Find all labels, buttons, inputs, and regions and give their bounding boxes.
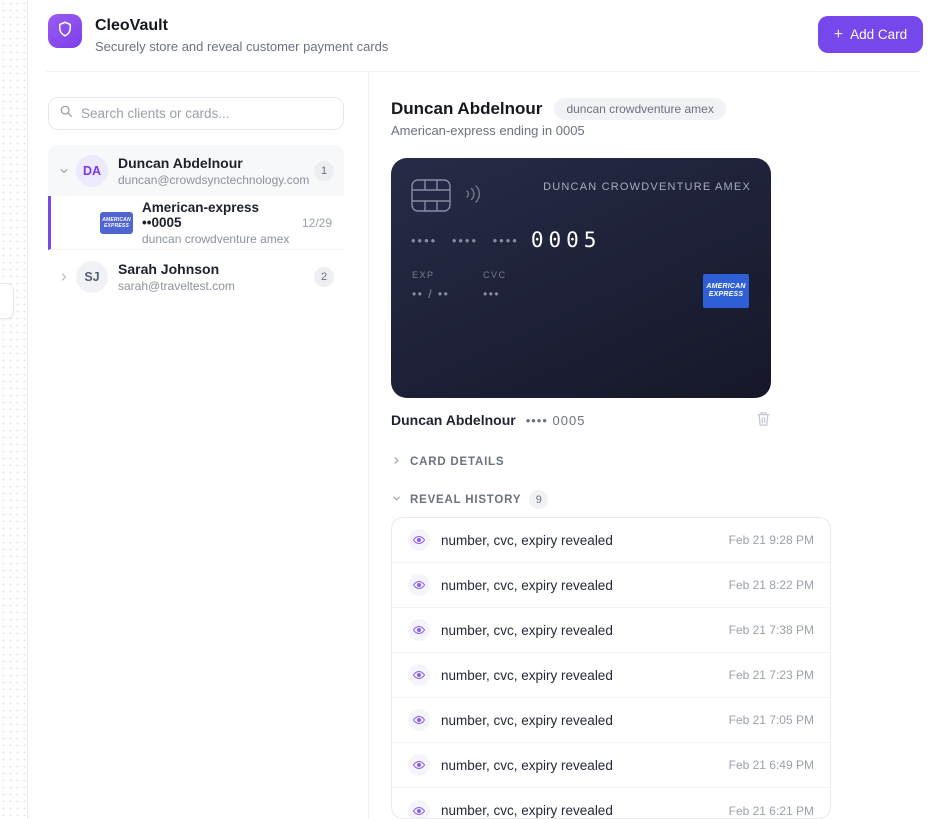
card-details-label: CARD DETAILS bbox=[410, 456, 504, 468]
reveal-history-row: number, cvc, expiry revealed Feb 21 7:38… bbox=[392, 608, 830, 653]
amex-mini-line2: EXPRESS bbox=[104, 223, 129, 229]
reveal-event-time: Feb 21 7:23 PM bbox=[729, 668, 814, 682]
app-logo bbox=[48, 14, 82, 48]
card-nickname-tag: duncan crowdventure amex bbox=[554, 98, 725, 120]
reveal-event-label: number, cvc, expiry revealed bbox=[441, 623, 613, 638]
card-number-masked: •••• •••• •••• bbox=[411, 233, 519, 248]
amex-logo-line2: EXPRESS bbox=[709, 291, 743, 299]
reveal-history-list: number, cvc, expiry revealed Feb 21 9:28… bbox=[391, 517, 831, 819]
add-card-button[interactable]: + Add Card bbox=[818, 16, 923, 53]
reveal-event-time: Feb 21 9:28 PM bbox=[729, 533, 814, 547]
exp-masked-value: •• / •• bbox=[412, 287, 449, 301]
app-title: CleoVault bbox=[95, 17, 168, 35]
card-owner-last4: •••• 0005 bbox=[526, 413, 586, 428]
card-item-expiry: 12/29 bbox=[302, 216, 332, 230]
card-number-last4: 0005 bbox=[531, 228, 602, 252]
search-input[interactable] bbox=[81, 106, 333, 121]
shield-icon bbox=[56, 20, 74, 43]
edge-flyout-tab[interactable] bbox=[0, 283, 14, 319]
eye-icon bbox=[408, 664, 430, 686]
chevron-down-icon[interactable] bbox=[57, 165, 71, 177]
header-divider bbox=[46, 71, 920, 72]
reveal-history-section-toggle[interactable]: REVEAL HISTORY 9 bbox=[391, 490, 548, 509]
card-chip-icon bbox=[411, 179, 451, 217]
reveal-count-badge: 9 bbox=[529, 490, 548, 509]
reveal-event-time: Feb 21 7:38 PM bbox=[729, 623, 814, 637]
client-name: Duncan Abdelnour bbox=[118, 155, 309, 171]
eye-icon bbox=[408, 619, 430, 641]
card-count-badge: 2 bbox=[314, 267, 334, 287]
amex-logo-line1: AMERICAN bbox=[706, 283, 745, 291]
reveal-history-row: number, cvc, expiry revealed Feb 21 7:05… bbox=[392, 698, 830, 743]
left-decorative-strip bbox=[0, 0, 28, 819]
contactless-icon bbox=[463, 185, 483, 208]
reveal-event-time: Feb 21 6:49 PM bbox=[729, 758, 814, 772]
avatar: DA bbox=[76, 155, 108, 187]
reveal-event-label: number, cvc, expiry revealed bbox=[441, 713, 613, 728]
sidebar-client-duncan[interactable]: DA Duncan Abdelnour duncan@crowdsynctech… bbox=[48, 145, 344, 196]
amex-logo-icon: AMERICAN EXPRESS bbox=[100, 212, 133, 234]
search-box[interactable] bbox=[48, 97, 344, 130]
reveal-history-row: number, cvc, expiry revealed Feb 21 7:23… bbox=[392, 653, 830, 698]
detail-client-name: Duncan Abdelnour bbox=[391, 99, 542, 119]
reveal-history-row: number, cvc, expiry revealed Feb 21 6:49… bbox=[392, 743, 830, 788]
delete-card-button[interactable] bbox=[756, 411, 771, 430]
eye-icon bbox=[408, 754, 430, 776]
card-number: •••• •••• •••• 0005 bbox=[411, 228, 601, 252]
exp-label: EXP bbox=[412, 270, 435, 280]
avatar: SJ bbox=[76, 261, 108, 293]
reveal-history-label: REVEAL HISTORY bbox=[410, 494, 521, 506]
add-card-label: Add Card bbox=[850, 27, 907, 42]
sidebar-client-sarah[interactable]: SJ Sarah Johnson sarah@traveltest.com 2 bbox=[48, 252, 344, 302]
card-owner-name: Duncan Abdelnour bbox=[391, 412, 516, 428]
client-email: sarah@traveltest.com bbox=[118, 279, 235, 293]
reveal-event-label: number, cvc, expiry revealed bbox=[441, 578, 613, 593]
reveal-event-time: Feb 21 6:21 PM bbox=[729, 804, 814, 818]
chevron-right-icon[interactable] bbox=[57, 271, 71, 283]
reveal-history-row: number, cvc, expiry revealed Feb 21 9:28… bbox=[392, 518, 830, 563]
reveal-event-label: number, cvc, expiry revealed bbox=[441, 758, 613, 773]
chevron-right-icon bbox=[391, 453, 402, 471]
app-tagline: Securely store and reveal customer payme… bbox=[95, 39, 388, 54]
eye-icon bbox=[408, 709, 430, 731]
card-holder-name: DUNCAN CROWDVENTURE AMEX bbox=[543, 181, 751, 193]
sidebar-card-amex-0005[interactable]: AMERICAN EXPRESS American-express ••0005… bbox=[48, 196, 344, 250]
amex-logo-icon: AMERICAN EXPRESS bbox=[703, 274, 749, 308]
payment-card-visual: DUNCAN CROWDVENTURE AMEX •••• •••• •••• … bbox=[391, 158, 771, 398]
search-icon bbox=[59, 104, 73, 123]
cvc-masked-value: ••• bbox=[483, 287, 500, 301]
card-details-section-toggle[interactable]: CARD DETAILS bbox=[391, 453, 504, 471]
reveal-event-label: number, cvc, expiry revealed bbox=[441, 803, 613, 818]
sidebar-divider bbox=[368, 72, 369, 819]
eye-icon bbox=[408, 800, 430, 819]
reveal-event-label: number, cvc, expiry revealed bbox=[441, 668, 613, 683]
reveal-event-label: number, cvc, expiry revealed bbox=[441, 533, 613, 548]
eye-icon bbox=[408, 529, 430, 551]
reveal-event-time: Feb 21 7:05 PM bbox=[729, 713, 814, 727]
chevron-down-icon bbox=[391, 491, 402, 509]
reveal-history-row: number, cvc, expiry revealed Feb 21 6:21… bbox=[392, 788, 830, 819]
app-window: CleoVault Securely store and reveal cust… bbox=[0, 0, 943, 819]
card-item-nickname: duncan crowdventure amex bbox=[142, 232, 302, 246]
client-name: Sarah Johnson bbox=[118, 261, 235, 277]
card-item-title: American-express ••0005 bbox=[142, 200, 302, 230]
detail-subtitle: American-express ending in 0005 bbox=[391, 123, 585, 138]
card-count-badge: 1 bbox=[314, 161, 334, 181]
eye-icon bbox=[408, 574, 430, 596]
plus-icon: + bbox=[834, 27, 843, 43]
cvc-label: CVC bbox=[483, 270, 507, 280]
reveal-history-row: number, cvc, expiry revealed Feb 21 8:22… bbox=[392, 563, 830, 608]
client-email: duncan@crowdsynctechnology.com bbox=[118, 173, 309, 187]
trash-icon bbox=[756, 411, 771, 430]
reveal-event-time: Feb 21 8:22 PM bbox=[729, 578, 814, 592]
